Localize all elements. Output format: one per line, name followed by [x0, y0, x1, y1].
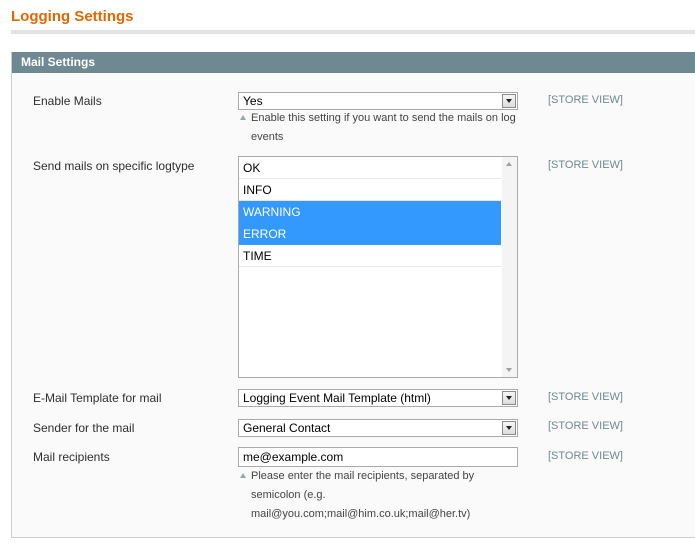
recipients-scope: [STORE VIEW] — [548, 450, 623, 462]
sender-scope: [STORE VIEW] — [548, 420, 623, 432]
recipients-note: Please enter the mail recipients, separa… — [238, 467, 518, 524]
template-label: E-Mail Template for mail — [33, 391, 162, 405]
chevron-down-icon[interactable] — [502, 421, 516, 435]
sender-select[interactable]: General Contact — [238, 419, 518, 437]
title-divider — [11, 30, 695, 34]
recipients-input[interactable] — [238, 447, 518, 467]
note-line: semicolon (e.g. — [251, 489, 326, 501]
recipients-label: Mail recipients — [33, 450, 110, 464]
mail-settings-fieldset: Mail Settings Enable Mails Yes [STORE VI… — [11, 52, 695, 538]
sender-value: General Contact — [243, 421, 331, 435]
chevron-down-icon[interactable] — [502, 391, 516, 405]
logtype-option-error[interactable]: ERROR — [239, 223, 501, 245]
triangle-up-icon — [240, 115, 246, 120]
logtype-option-time[interactable]: TIME — [239, 245, 501, 267]
template-scope: [STORE VIEW] — [548, 391, 623, 403]
logtype-option-ok[interactable]: OK — [239, 157, 501, 179]
enable-mails-scope: [STORE VIEW] — [548, 94, 623, 106]
page-title: Logging Settings — [11, 8, 134, 25]
logtype-option-info[interactable]: INFO — [239, 179, 501, 201]
sender-label: Sender for the mail — [33, 421, 135, 435]
chevron-down-icon[interactable] — [502, 94, 516, 108]
logtype-multiselect[interactable]: OK INFO WARNING ERROR TIME — [238, 156, 518, 378]
logtype-label: Send mails on specific logtype — [33, 159, 195, 173]
enable-mails-select[interactable]: Yes — [238, 92, 518, 110]
fieldset-header[interactable]: Mail Settings — [12, 52, 695, 73]
note-line: Enable this setting if you want to send … — [251, 112, 516, 124]
scroll-up-icon[interactable] — [506, 162, 512, 166]
template-select[interactable]: Logging Event Mail Template (html) — [238, 389, 518, 407]
note-line: mail@you.com;mail@him.co.uk;mail@her.tv) — [251, 508, 471, 520]
enable-mails-label: Enable Mails — [33, 94, 102, 108]
triangle-up-icon — [240, 473, 246, 478]
logtype-option-warning[interactable]: WARNING — [239, 201, 501, 223]
scroll-down-icon[interactable] — [506, 368, 512, 372]
note-line: events — [251, 131, 284, 143]
template-value: Logging Event Mail Template (html) — [243, 391, 431, 405]
logtype-scope: [STORE VIEW] — [548, 159, 623, 171]
logtype-scrollbar[interactable] — [502, 157, 517, 377]
note-line: Please enter the mail recipients, separa… — [251, 470, 475, 482]
enable-mails-note: Enable this setting if you want to send … — [238, 109, 518, 147]
enable-mails-value: Yes — [243, 94, 263, 108]
